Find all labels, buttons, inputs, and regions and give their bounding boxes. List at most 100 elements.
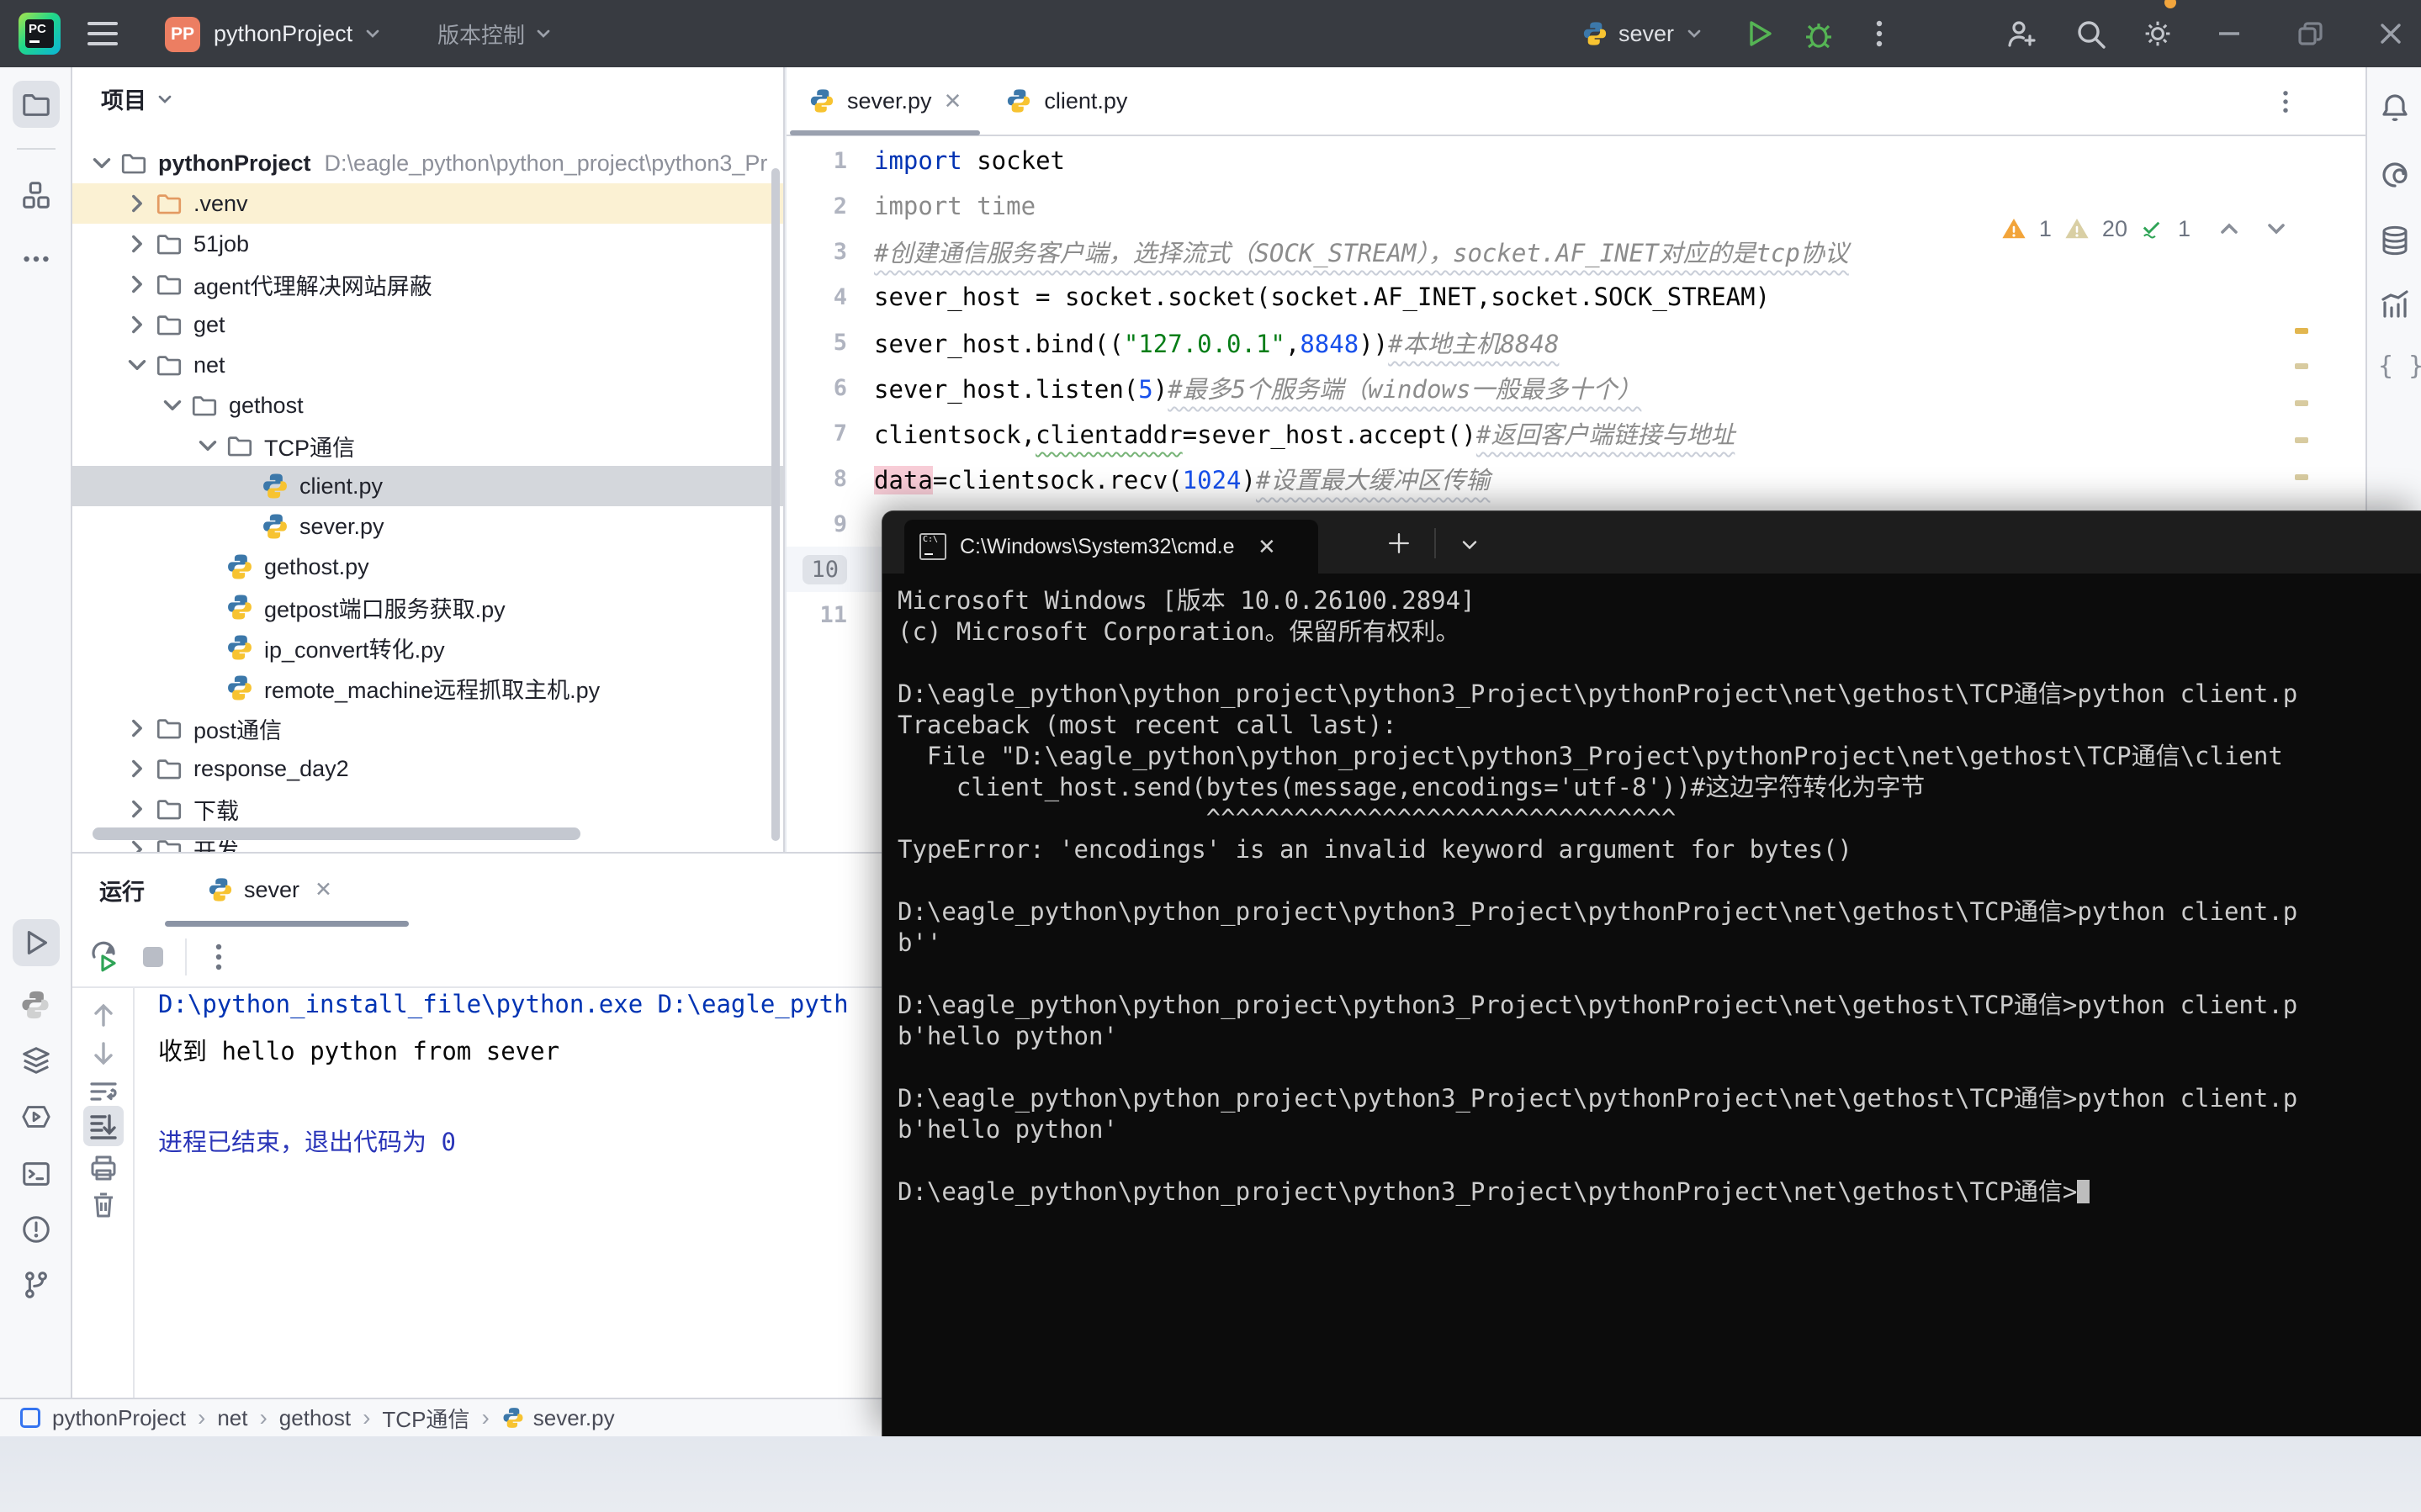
scroll-up-icon[interactable]	[87, 998, 120, 1032]
tree-item-sever.py[interactable]: sever.py	[72, 506, 785, 547]
breadcrumb[interactable]: pythonProject›net›gethost›TCP通信›sever.py	[52, 1403, 615, 1434]
more-actions-icon[interactable]	[1862, 0, 1896, 67]
tree-item-post通信[interactable]: post通信	[72, 708, 785, 748]
breadcrumb-item[interactable]: sever.py	[533, 1405, 615, 1431]
tree-item-gethost.py[interactable]: gethost.py	[72, 547, 785, 587]
close-tab-icon[interactable]: ✕	[944, 88, 962, 114]
ai-assistant-icon[interactable]	[2378, 158, 2412, 192]
project-switcher[interactable]: pythonProject	[214, 0, 383, 67]
close-button[interactable]	[2374, 0, 2408, 67]
scroll-to-end-icon[interactable]	[83, 1106, 124, 1146]
terminal-tab[interactable]: C:\Windows\System32\cmd.e ✕	[904, 520, 1318, 574]
tree-horizontal-scrollbar[interactable]	[93, 827, 580, 840]
tree-item-getpost端口服务获取.py[interactable]: getpost端口服务获取.py	[72, 587, 785, 627]
tree-item-TCP通信[interactable]: TCP通信	[72, 426, 785, 466]
database-icon[interactable]	[2378, 224, 2412, 257]
run-button[interactable]	[1743, 0, 1777, 67]
tool-services-icon[interactable]	[13, 1036, 60, 1083]
run-tab-sever[interactable]: sever ✕	[207, 854, 332, 926]
code-line-7[interactable]: 7clientsock,clientaddr=sever_host.accept…	[787, 410, 2365, 456]
divider	[185, 938, 187, 975]
code-line-8[interactable]: 8data=clientsock.recv(1024)#设置最大缓冲区传输	[787, 456, 2365, 501]
scroll-down-icon[interactable]	[87, 1037, 120, 1071]
chevron-collapsed-icon[interactable]	[123, 189, 151, 218]
main-menu-icon[interactable]	[87, 22, 118, 45]
chevron-expanded-icon[interactable]	[193, 431, 222, 460]
chevron-expanded-icon[interactable]	[158, 391, 187, 420]
breadcrumb-item[interactable]: gethost	[279, 1405, 351, 1431]
add-user-icon[interactable]	[2004, 0, 2037, 67]
notifications-icon[interactable]	[2378, 91, 2412, 124]
tree-item-get[interactable]: get	[72, 304, 785, 345]
project-panel-header[interactable]: 项目	[101, 82, 175, 115]
breadcrumb-item[interactable]: TCP通信	[382, 1403, 469, 1434]
tree-item-client.py[interactable]: client.py	[72, 466, 785, 506]
tool-problems-icon[interactable]	[13, 1206, 60, 1253]
code-line-4[interactable]: 4sever_host = socket.socket(socket.AF_IN…	[787, 274, 2365, 320]
tool-structure-icon[interactable]	[13, 172, 60, 219]
tree-vertical-scrollbar[interactable]	[771, 168, 780, 841]
pycharm-logo-icon[interactable]: PC	[19, 13, 61, 55]
close-terminal-tab-icon[interactable]: ✕	[1258, 534, 1276, 560]
tool-project-icon[interactable]	[13, 81, 60, 128]
inspections-widget[interactable]: 1 20 1	[2000, 215, 2290, 242]
chevron-collapsed-icon[interactable]	[123, 714, 151, 743]
stop-icon[interactable]	[136, 940, 170, 974]
code-structure-icon[interactable]: { }	[2378, 352, 2412, 385]
rerun-icon[interactable]	[87, 940, 121, 974]
minimize-button[interactable]	[2212, 0, 2246, 67]
close-run-tab-icon[interactable]: ✕	[315, 877, 332, 902]
settings-icon[interactable]	[2141, 0, 2175, 67]
folder-icon	[119, 149, 148, 177]
run-config-selector[interactable]: sever	[1581, 0, 1704, 67]
terminal-output[interactable]: Microsoft Windows [版本 10.0.26100.2894](c…	[898, 585, 2412, 1426]
tree-item-net[interactable]: net	[72, 345, 785, 385]
chevron-collapsed-icon[interactable]	[123, 754, 151, 783]
chevron-collapsed-icon[interactable]	[123, 270, 151, 299]
tool-more-icon[interactable]	[13, 235, 60, 283]
tool-run-icon[interactable]	[13, 919, 60, 966]
chevron-expanded-icon[interactable]	[123, 351, 151, 379]
tree-item-gethost[interactable]: gethost	[72, 385, 785, 426]
editor-options-icon[interactable]	[2271, 87, 2300, 116]
clear-icon[interactable]	[87, 1188, 120, 1222]
tab-sever-py[interactable]: sever.py ✕	[787, 66, 983, 135]
plots-icon[interactable]	[2378, 288, 2412, 321]
debug-button[interactable]	[1802, 0, 1836, 67]
tree-item-ip_convert转化.py[interactable]: ip_convert转化.py	[72, 627, 785, 668]
tool-terminal-icon[interactable]	[13, 1150, 60, 1197]
tree-item-.venv[interactable]: .venv	[72, 183, 785, 224]
vcs-label: 版本控制	[437, 19, 525, 50]
chevron-collapsed-icon[interactable]	[123, 230, 151, 258]
tree-item-remote_machine远程抓取主机.py[interactable]: remote_machine远程抓取主机.py	[72, 668, 785, 708]
project-badge[interactable]: PP	[165, 17, 200, 52]
new-tab-icon[interactable]	[1384, 528, 1414, 558]
tree-item-agent代理解决网站屏蔽[interactable]: agent代理解决网站屏蔽	[72, 264, 785, 304]
terminal-line	[898, 865, 2412, 896]
chevron-collapsed-icon[interactable]	[123, 795, 151, 823]
maximize-button[interactable]	[2293, 0, 2327, 67]
print-icon[interactable]	[87, 1151, 120, 1185]
breadcrumb-item[interactable]: net	[217, 1405, 247, 1431]
tool-version-control-icon[interactable]	[13, 1261, 60, 1308]
tool-python-packages-icon[interactable]	[13, 982, 60, 1029]
cmd-window[interactable]: C:\Windows\System32\cmd.e ✕ Microsoft Wi…	[882, 510, 2421, 1436]
run-more-options-icon[interactable]	[202, 940, 236, 974]
chevron-expanded-icon[interactable]	[87, 149, 116, 177]
tree-item-51job[interactable]: 51job	[72, 224, 785, 264]
vcs-menu[interactable]: 版本控制	[437, 0, 554, 67]
code-line-5[interactable]: 5sever_host.bind(("127.0.0.1",8848))#本地主…	[787, 320, 2365, 365]
tree-item-response_day2[interactable]: response_day2	[72, 748, 785, 789]
tree-item-pythonProject[interactable]: pythonProjectD:\eagle_python\python_proj…	[72, 143, 785, 183]
terminal-titlebar[interactable]: C:\Windows\System32\cmd.e ✕	[882, 511, 2421, 574]
tab-client-py[interactable]: client.py	[983, 66, 1149, 135]
tool-python-console-icon[interactable]	[13, 1093, 60, 1140]
soft-wrap-icon[interactable]	[87, 1074, 120, 1108]
breadcrumb-item[interactable]: pythonProject	[52, 1405, 186, 1431]
tree-item-下载[interactable]: 下载	[72, 789, 785, 829]
chevron-collapsed-icon[interactable]	[123, 310, 151, 339]
tab-dropdown-icon[interactable]	[1458, 533, 1481, 557]
code-line-6[interactable]: 6sever_host.listen(5)#最多5个服务端（windows一般最…	[787, 365, 2365, 410]
code-line-1[interactable]: 1import socket	[787, 138, 2365, 183]
search-icon[interactable]	[2074, 0, 2107, 67]
